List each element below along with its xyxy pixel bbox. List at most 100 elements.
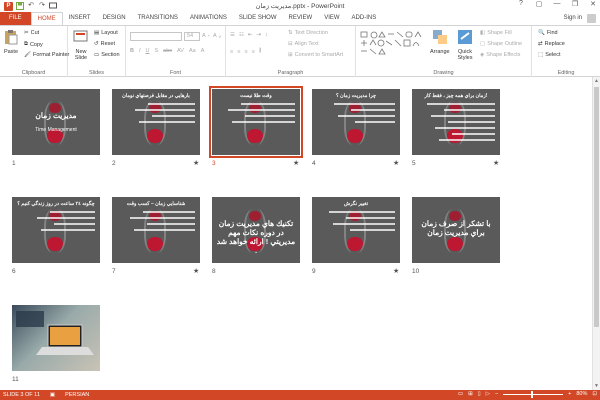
fit-to-window-icon[interactable]: ⊡ — [592, 391, 597, 397]
hourglass-image — [44, 101, 66, 145]
new-slide-button[interactable]: New Slide — [71, 29, 91, 61]
align-text-button[interactable]: ⊟ Align Text — [288, 41, 318, 47]
format-painter-button[interactable]: 🖌 Format Painter — [24, 52, 69, 58]
reading-view-icon[interactable]: ▯ — [478, 391, 481, 397]
slide-thumbnail[interactable]: چگونه ٢٤ ساعت در روز زندگي كنيم ؟ — [12, 197, 100, 263]
hourglass-image — [144, 101, 166, 145]
arrange-button[interactable]: Arrange — [430, 29, 450, 55]
slide-thumbnail[interactable]: شناسايي زمان – كسب وقت — [112, 197, 200, 263]
align-center-icon[interactable]: ≡ — [237, 49, 240, 55]
transition-star-icon[interactable]: ★ — [193, 159, 199, 167]
transition-star-icon[interactable]: ★ — [393, 267, 399, 275]
slide-thumbnail[interactable]: مديريت زمان Time Management — [12, 89, 100, 155]
normal-view-icon[interactable]: ▭ — [458, 391, 463, 397]
redo-icon[interactable]: ↷ — [38, 2, 46, 10]
font-name-field[interactable] — [130, 32, 182, 41]
slide-thumbnail[interactable] — [12, 305, 100, 371]
sign-in-link[interactable]: Sign in — [564, 15, 582, 21]
zoom-slider[interactable] — [503, 390, 564, 398]
font-color-icon[interactable]: A — [201, 48, 205, 54]
undo-icon[interactable]: ↶ — [27, 2, 35, 10]
save-icon[interactable] — [16, 2, 24, 10]
transition-star-icon[interactable]: ★ — [193, 267, 199, 275]
strikethrough-icon[interactable]: abc — [163, 48, 172, 54]
decrease-indent-icon[interactable]: ⇤ — [248, 32, 253, 38]
tab-file[interactable]: FILE — [0, 12, 31, 25]
shrink-font-icon[interactable]: Av — [213, 33, 221, 39]
shape-outline-button[interactable]: ▢ Shape Outline — [480, 41, 522, 47]
close-icon[interactable]: ✕ — [588, 0, 598, 8]
restore-icon[interactable]: ❐ — [570, 0, 580, 8]
font-size-field[interactable]: 54 — [184, 32, 200, 41]
tab-view[interactable]: VIEW — [318, 12, 345, 25]
spelling-icon[interactable]: ▣ — [50, 392, 55, 398]
slide-sorter-view-icon[interactable]: ⊞ — [468, 391, 473, 397]
layout-button[interactable]: ▤ Layout — [94, 30, 118, 36]
transition-star-icon[interactable]: ★ — [393, 159, 399, 167]
bold-icon[interactable]: B — [130, 48, 134, 54]
underline-icon[interactable]: U — [146, 48, 150, 54]
line-spacing-icon[interactable]: ↕ — [265, 32, 268, 38]
transition-star-icon[interactable]: ★ — [293, 159, 299, 167]
scroll-down-icon[interactable]: ▼ — [594, 383, 599, 389]
reset-button[interactable]: ↺ Reset — [94, 41, 115, 47]
shape-effects-button[interactable]: ◈ Shape Effects — [480, 52, 520, 58]
slide-thumbnail[interactable]: تكنيك هاي مديريت زمان در دوره نكات مهم م… — [212, 197, 300, 263]
text-direction-button[interactable]: ⇅ Text Direction — [288, 30, 328, 36]
tab-animations[interactable]: ANIMATIONS — [184, 12, 233, 25]
slide-thumbnail[interactable]: بارهايي در مقابل فرصتهاي نومان — [112, 89, 200, 155]
powerpoint-logo-icon[interactable]: P — [4, 1, 13, 11]
slide-thumbnail[interactable]: زمان براي همه چيز ، فقط كار! — [412, 89, 500, 155]
zoom-slider-thumb[interactable] — [531, 390, 534, 398]
bullets-icon[interactable]: ☰ — [230, 32, 235, 38]
shape-fill-button[interactable]: ◧ Shape Fill — [480, 30, 512, 36]
find-button[interactable]: 🔍 Find — [538, 30, 558, 36]
section-button[interactable]: ▭ Section — [94, 52, 120, 58]
increase-indent-icon[interactable]: ⇥ — [256, 32, 261, 38]
cut-button[interactable]: ✂ Cut — [24, 30, 39, 36]
tab-transitions[interactable]: TRANSITIONS — [132, 12, 184, 25]
zoom-out-button[interactable]: − — [495, 391, 498, 397]
tab-design[interactable]: DESIGN — [97, 12, 132, 25]
avatar[interactable] — [587, 14, 596, 23]
tab-add-ins[interactable]: ADD-INS — [346, 12, 383, 25]
shadow-icon[interactable]: S — [155, 48, 159, 54]
quick-styles-button[interactable]: Quick Styles — [456, 29, 474, 61]
tab-review[interactable]: REVIEW — [283, 12, 319, 25]
scrollbar-thumb[interactable] — [594, 87, 599, 327]
grow-font-icon[interactable]: A ^ — [202, 33, 210, 39]
char-spacing-icon[interactable]: AV — [177, 48, 184, 54]
scroll-up-icon[interactable]: ▲ — [594, 78, 599, 84]
language-indicator[interactable]: PERSIAN — [65, 392, 89, 398]
change-case-icon[interactable]: Aa — [189, 48, 196, 54]
transition-star-icon[interactable]: ★ — [493, 159, 499, 167]
zoom-level[interactable]: 80% — [576, 391, 587, 397]
replace-button[interactable]: ⇄ Replace — [538, 41, 565, 47]
shapes-gallery[interactable] — [360, 31, 426, 59]
align-left-icon[interactable]: ≡ — [230, 49, 233, 55]
select-button[interactable]: ⬚ Select — [538, 52, 561, 58]
justify-icon[interactable]: ≡ — [252, 49, 255, 55]
help-icon[interactable]: ? — [516, 0, 526, 8]
ribbon-display-icon[interactable]: ▢ — [534, 0, 544, 8]
minimize-icon[interactable]: — — [552, 0, 562, 8]
slide-thumbnail[interactable]: تغيير نگرش — [312, 197, 400, 263]
align-right-icon[interactable]: ≡ — [244, 49, 247, 55]
vertical-scrollbar[interactable]: ▲ ▼ — [592, 77, 600, 390]
tab-insert[interactable]: INSERT — [63, 12, 97, 25]
tab-home[interactable]: HOME — [30, 12, 63, 25]
slide-thumbnail[interactable]: چرا مديريت زمان ؟ — [312, 89, 400, 155]
smartart-button[interactable]: ⊞ Convert to SmartArt — [288, 52, 343, 58]
present-icon[interactable] — [49, 2, 57, 10]
slide-number: 7 — [112, 268, 116, 275]
tab-slide-show[interactable]: SLIDE SHOW — [233, 12, 283, 25]
paste-button[interactable]: Paste — [3, 29, 19, 55]
slide-thumbnail[interactable]: با تشكر از صرف زمان براي مديريت زمان — [412, 197, 500, 263]
zoom-in-button[interactable]: + — [568, 391, 571, 397]
slideshow-view-icon[interactable]: ▷ — [486, 391, 490, 397]
numbering-icon[interactable]: ☷ — [239, 32, 244, 38]
copy-button[interactable]: ⧉ Copy — [24, 41, 43, 48]
columns-icon[interactable]: ⫼ — [259, 48, 262, 55]
slide-thumbnail[interactable]: وقت طلا نيست — [209, 86, 303, 158]
italic-icon[interactable]: I — [139, 48, 141, 54]
